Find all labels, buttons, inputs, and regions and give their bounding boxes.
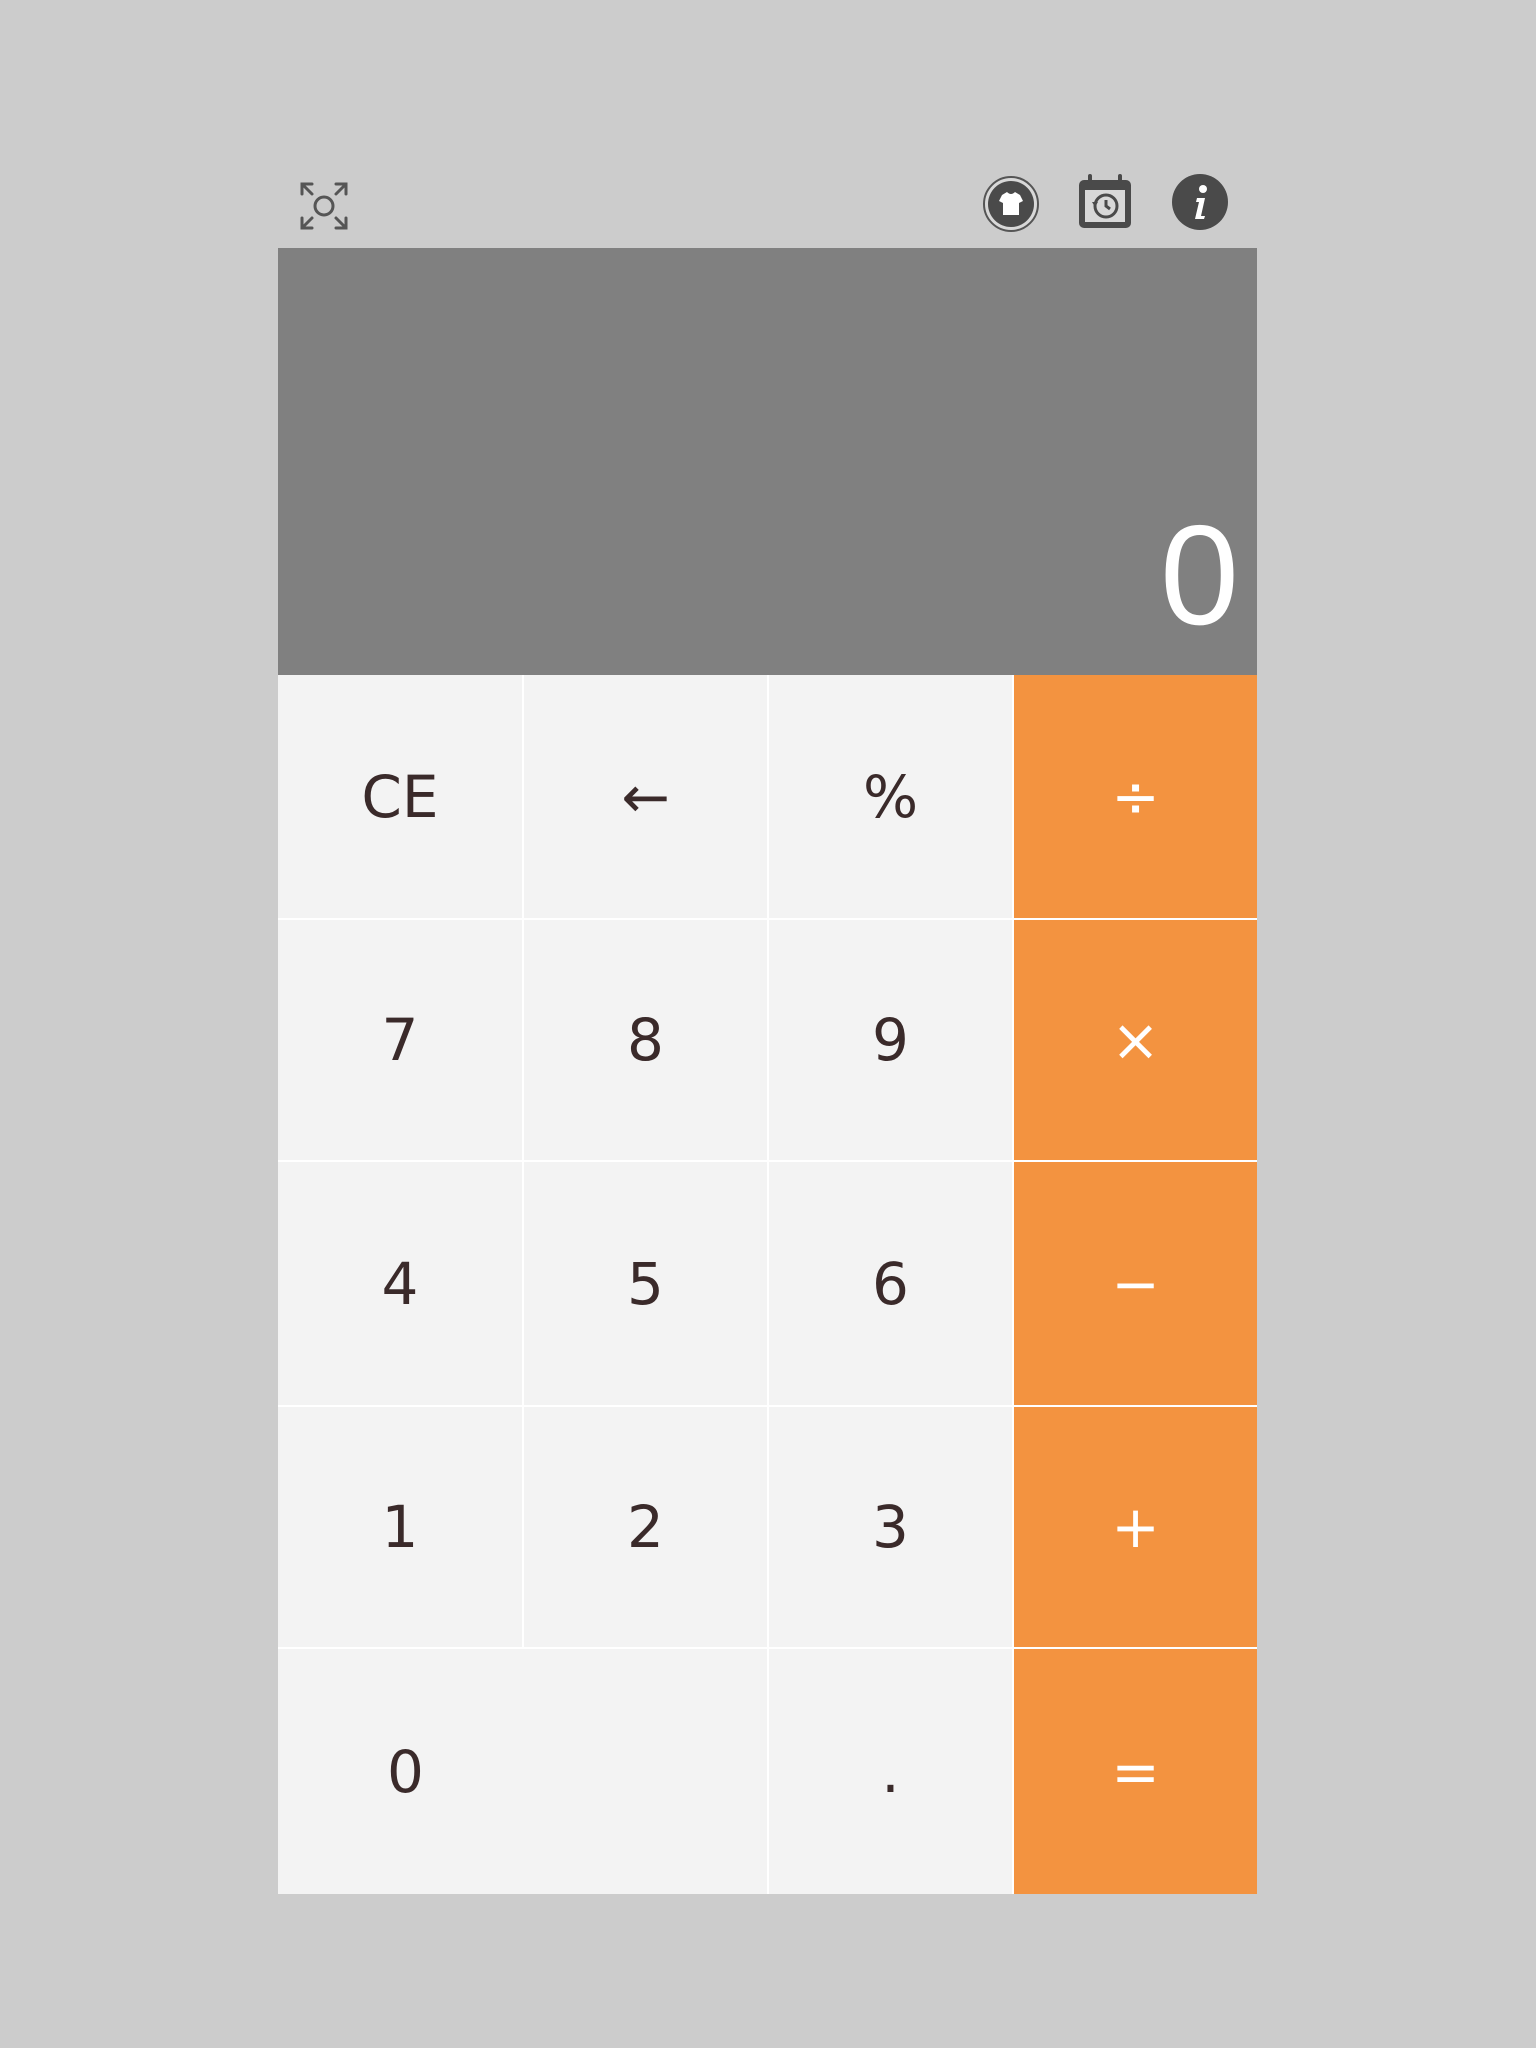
digit-4-button[interactable]: 4 <box>278 1162 522 1405</box>
fullscreen-focus-icon <box>300 182 348 230</box>
backspace-button[interactable]: ← <box>524 675 767 918</box>
display-panel: 0 <box>278 248 1257 675</box>
minus-button[interactable]: − <box>1014 1162 1257 1405</box>
digit-2-label: 2 <box>627 1493 664 1561</box>
minus-label: − <box>1111 1249 1160 1318</box>
toolbar <box>278 160 1257 248</box>
digit-6-label: 6 <box>872 1249 909 1318</box>
equals-button[interactable]: = <box>1014 1649 1257 1894</box>
digit-5-button[interactable]: 5 <box>524 1162 767 1405</box>
backspace-label: ← <box>621 762 670 831</box>
digit-3-label: 3 <box>872 1493 909 1561</box>
digit-3-button[interactable]: 3 <box>769 1407 1012 1647</box>
decimal-point-button[interactable]: . <box>769 1649 1012 1894</box>
digit-0-label: 0 <box>387 1737 424 1806</box>
digit-4-label: 4 <box>381 1249 419 1318</box>
history-button[interactable] <box>1076 172 1134 232</box>
digit-8-button[interactable]: 8 <box>524 920 767 1160</box>
calculator-app: 0 CE ← % ÷ 7 8 9 × 4 5 6 − 1 2 3 + 0 . = <box>278 160 1257 1894</box>
clear-entry-button[interactable]: CE <box>278 675 522 918</box>
multiply-label: × <box>1111 1006 1160 1074</box>
equals-label: = <box>1111 1737 1160 1806</box>
plus-label: + <box>1111 1493 1160 1561</box>
digit-5-label: 5 <box>627 1249 664 1318</box>
info-icon <box>1172 174 1228 230</box>
digit-8-label: 8 <box>627 1006 664 1074</box>
theme-button[interactable] <box>982 175 1040 233</box>
divide-label: ÷ <box>1111 762 1160 831</box>
plus-button[interactable]: + <box>1014 1407 1257 1647</box>
percent-label: % <box>862 762 919 831</box>
theme-shirt-icon <box>983 176 1039 232</box>
percent-button[interactable]: % <box>769 675 1012 918</box>
history-calendar-icon <box>1079 174 1131 228</box>
digit-6-button[interactable]: 6 <box>769 1162 1012 1405</box>
digit-0-button[interactable]: 0 <box>278 1649 767 1894</box>
multiply-button[interactable]: × <box>1014 920 1257 1160</box>
divide-button[interactable]: ÷ <box>1014 675 1257 918</box>
clear-entry-label: CE <box>361 762 439 831</box>
digit-1-button[interactable]: 1 <box>278 1407 522 1647</box>
digit-1-label: 1 <box>381 1493 419 1561</box>
decimal-point-label: . <box>881 1737 900 1806</box>
digit-7-label: 7 <box>381 1006 419 1074</box>
display-value: 0 <box>1160 496 1239 655</box>
keypad: CE ← % ÷ 7 8 9 × 4 5 6 − 1 2 3 + 0 . = <box>278 675 1257 1894</box>
info-button[interactable] <box>1170 172 1230 232</box>
digit-9-label: 9 <box>872 1006 909 1074</box>
digit-2-button[interactable]: 2 <box>524 1407 767 1647</box>
fullscreen-button[interactable] <box>298 180 350 232</box>
digit-9-button[interactable]: 9 <box>769 920 1012 1160</box>
digit-7-button[interactable]: 7 <box>278 920 522 1160</box>
